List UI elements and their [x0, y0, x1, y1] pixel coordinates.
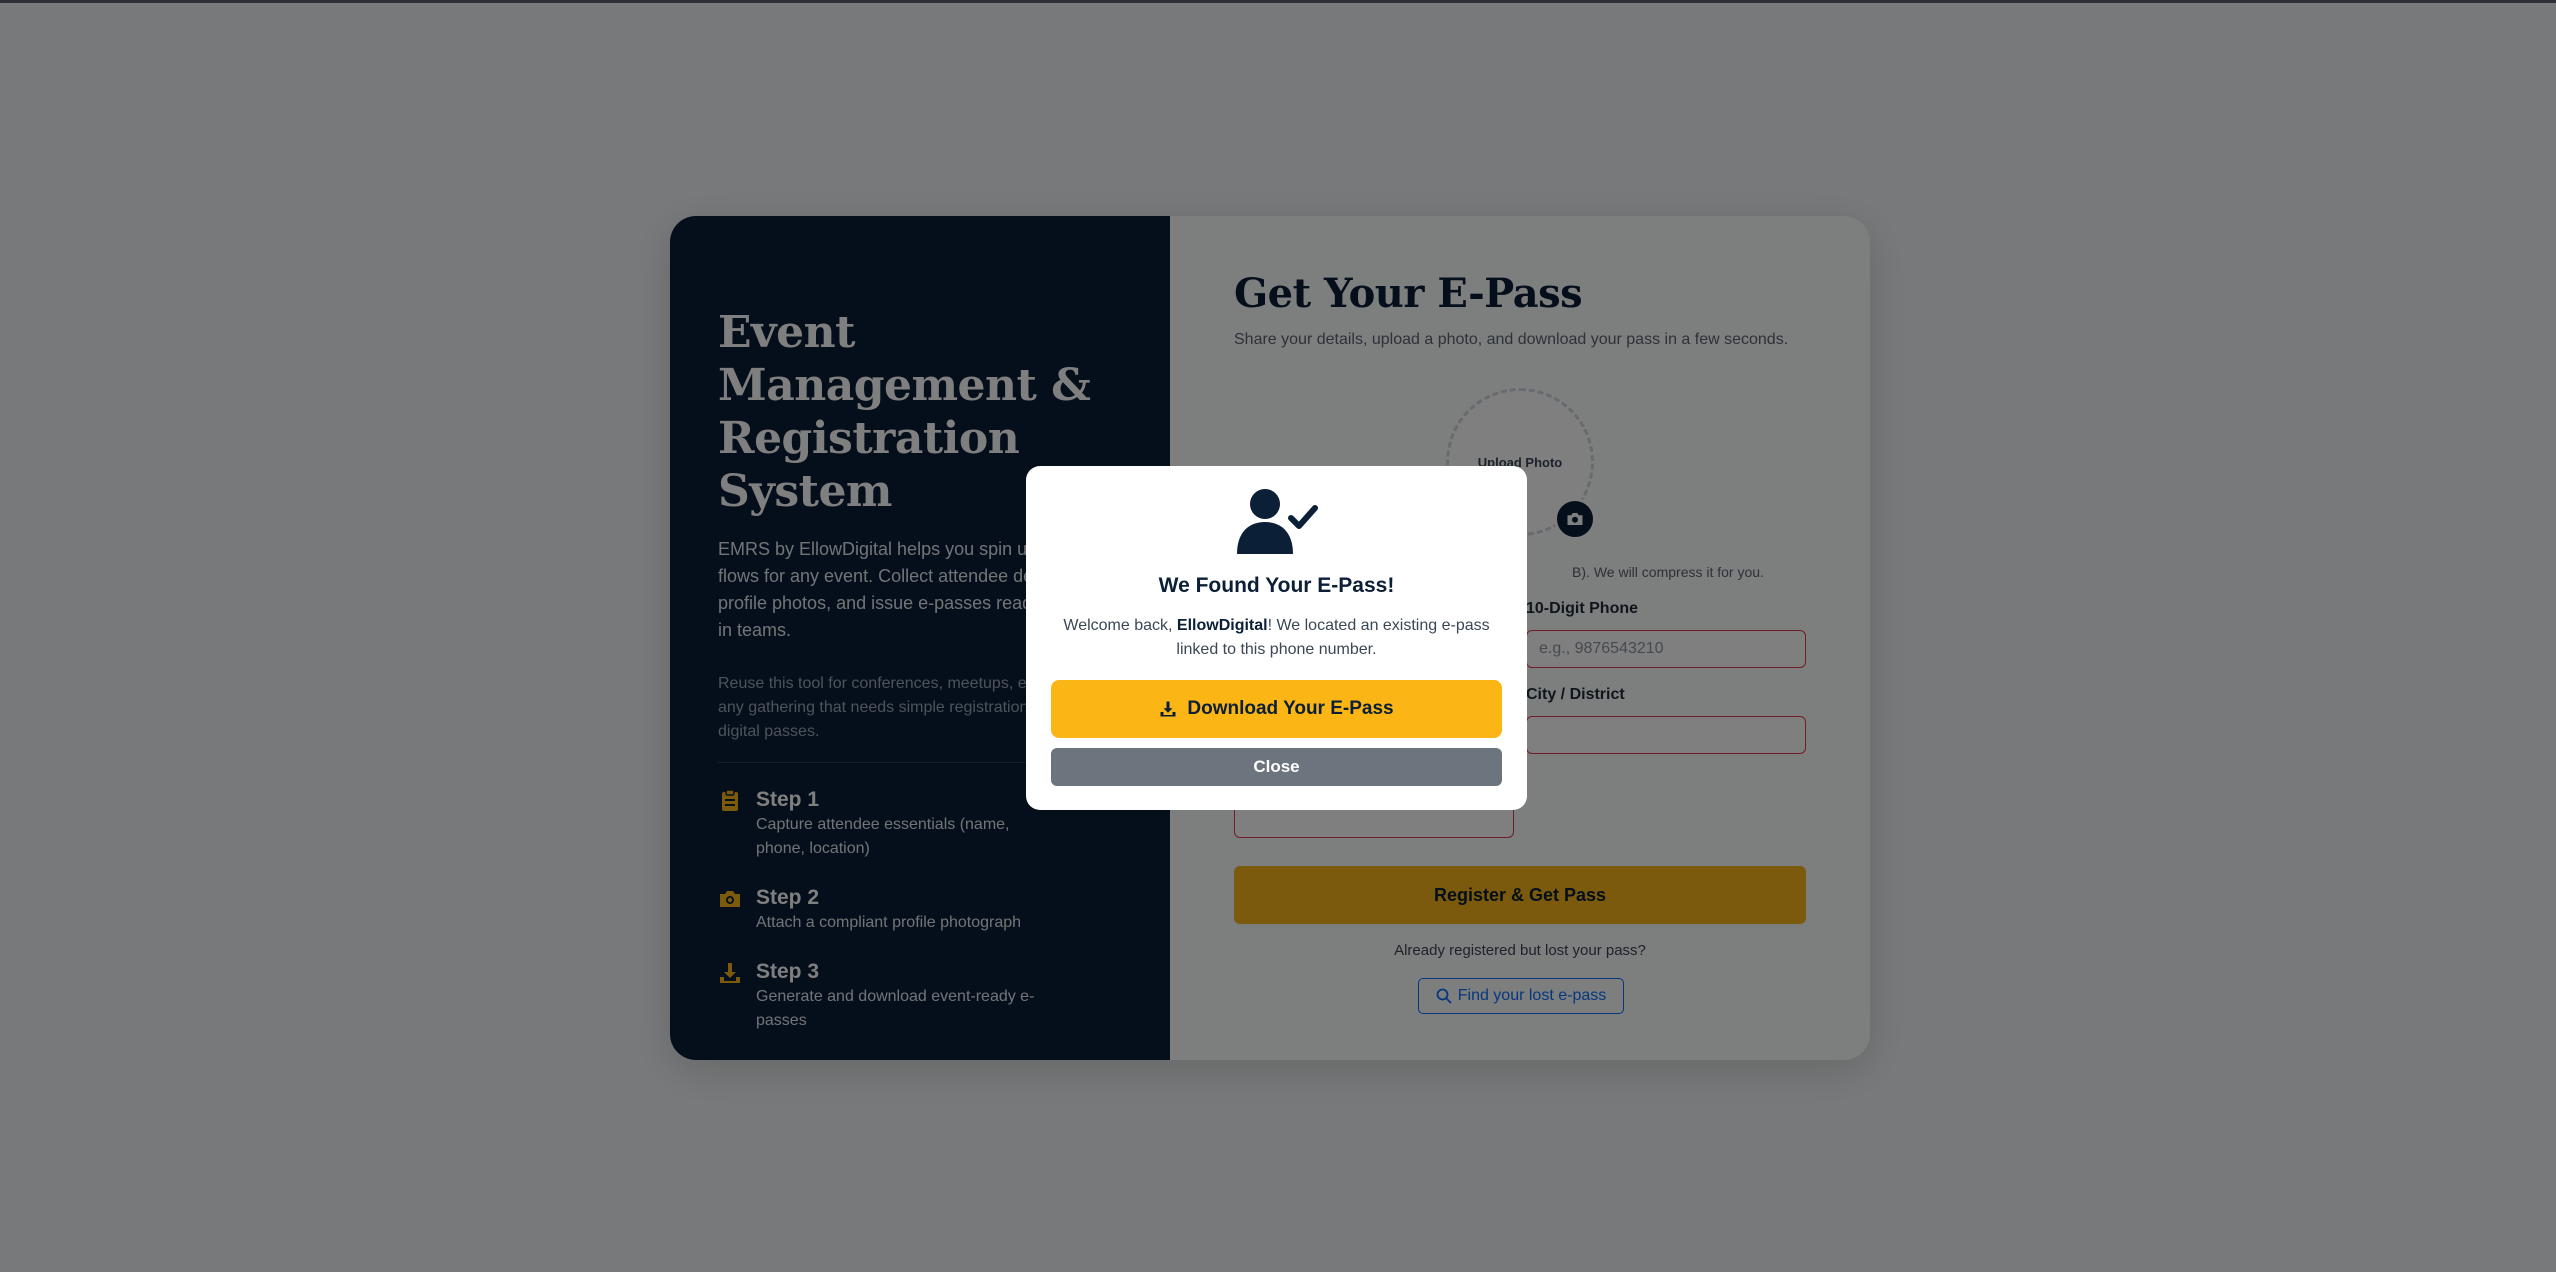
modal-message: Welcome back, EllowDigital! We located a…: [1063, 617, 1490, 658]
epass-found-modal: We Found Your E-Pass! Welcome back, Ello…: [1026, 466, 1527, 810]
modal-title: We Found Your E-Pass!: [1158, 574, 1395, 597]
user-check-icon: [1236, 489, 1318, 554]
download-epass-button[interactable]: Download Your E-Pass: [1051, 680, 1502, 738]
download-icon: [1160, 701, 1176, 717]
user-name: EllowDigital: [1176, 617, 1268, 634]
close-button[interactable]: Close: [1051, 748, 1502, 786]
